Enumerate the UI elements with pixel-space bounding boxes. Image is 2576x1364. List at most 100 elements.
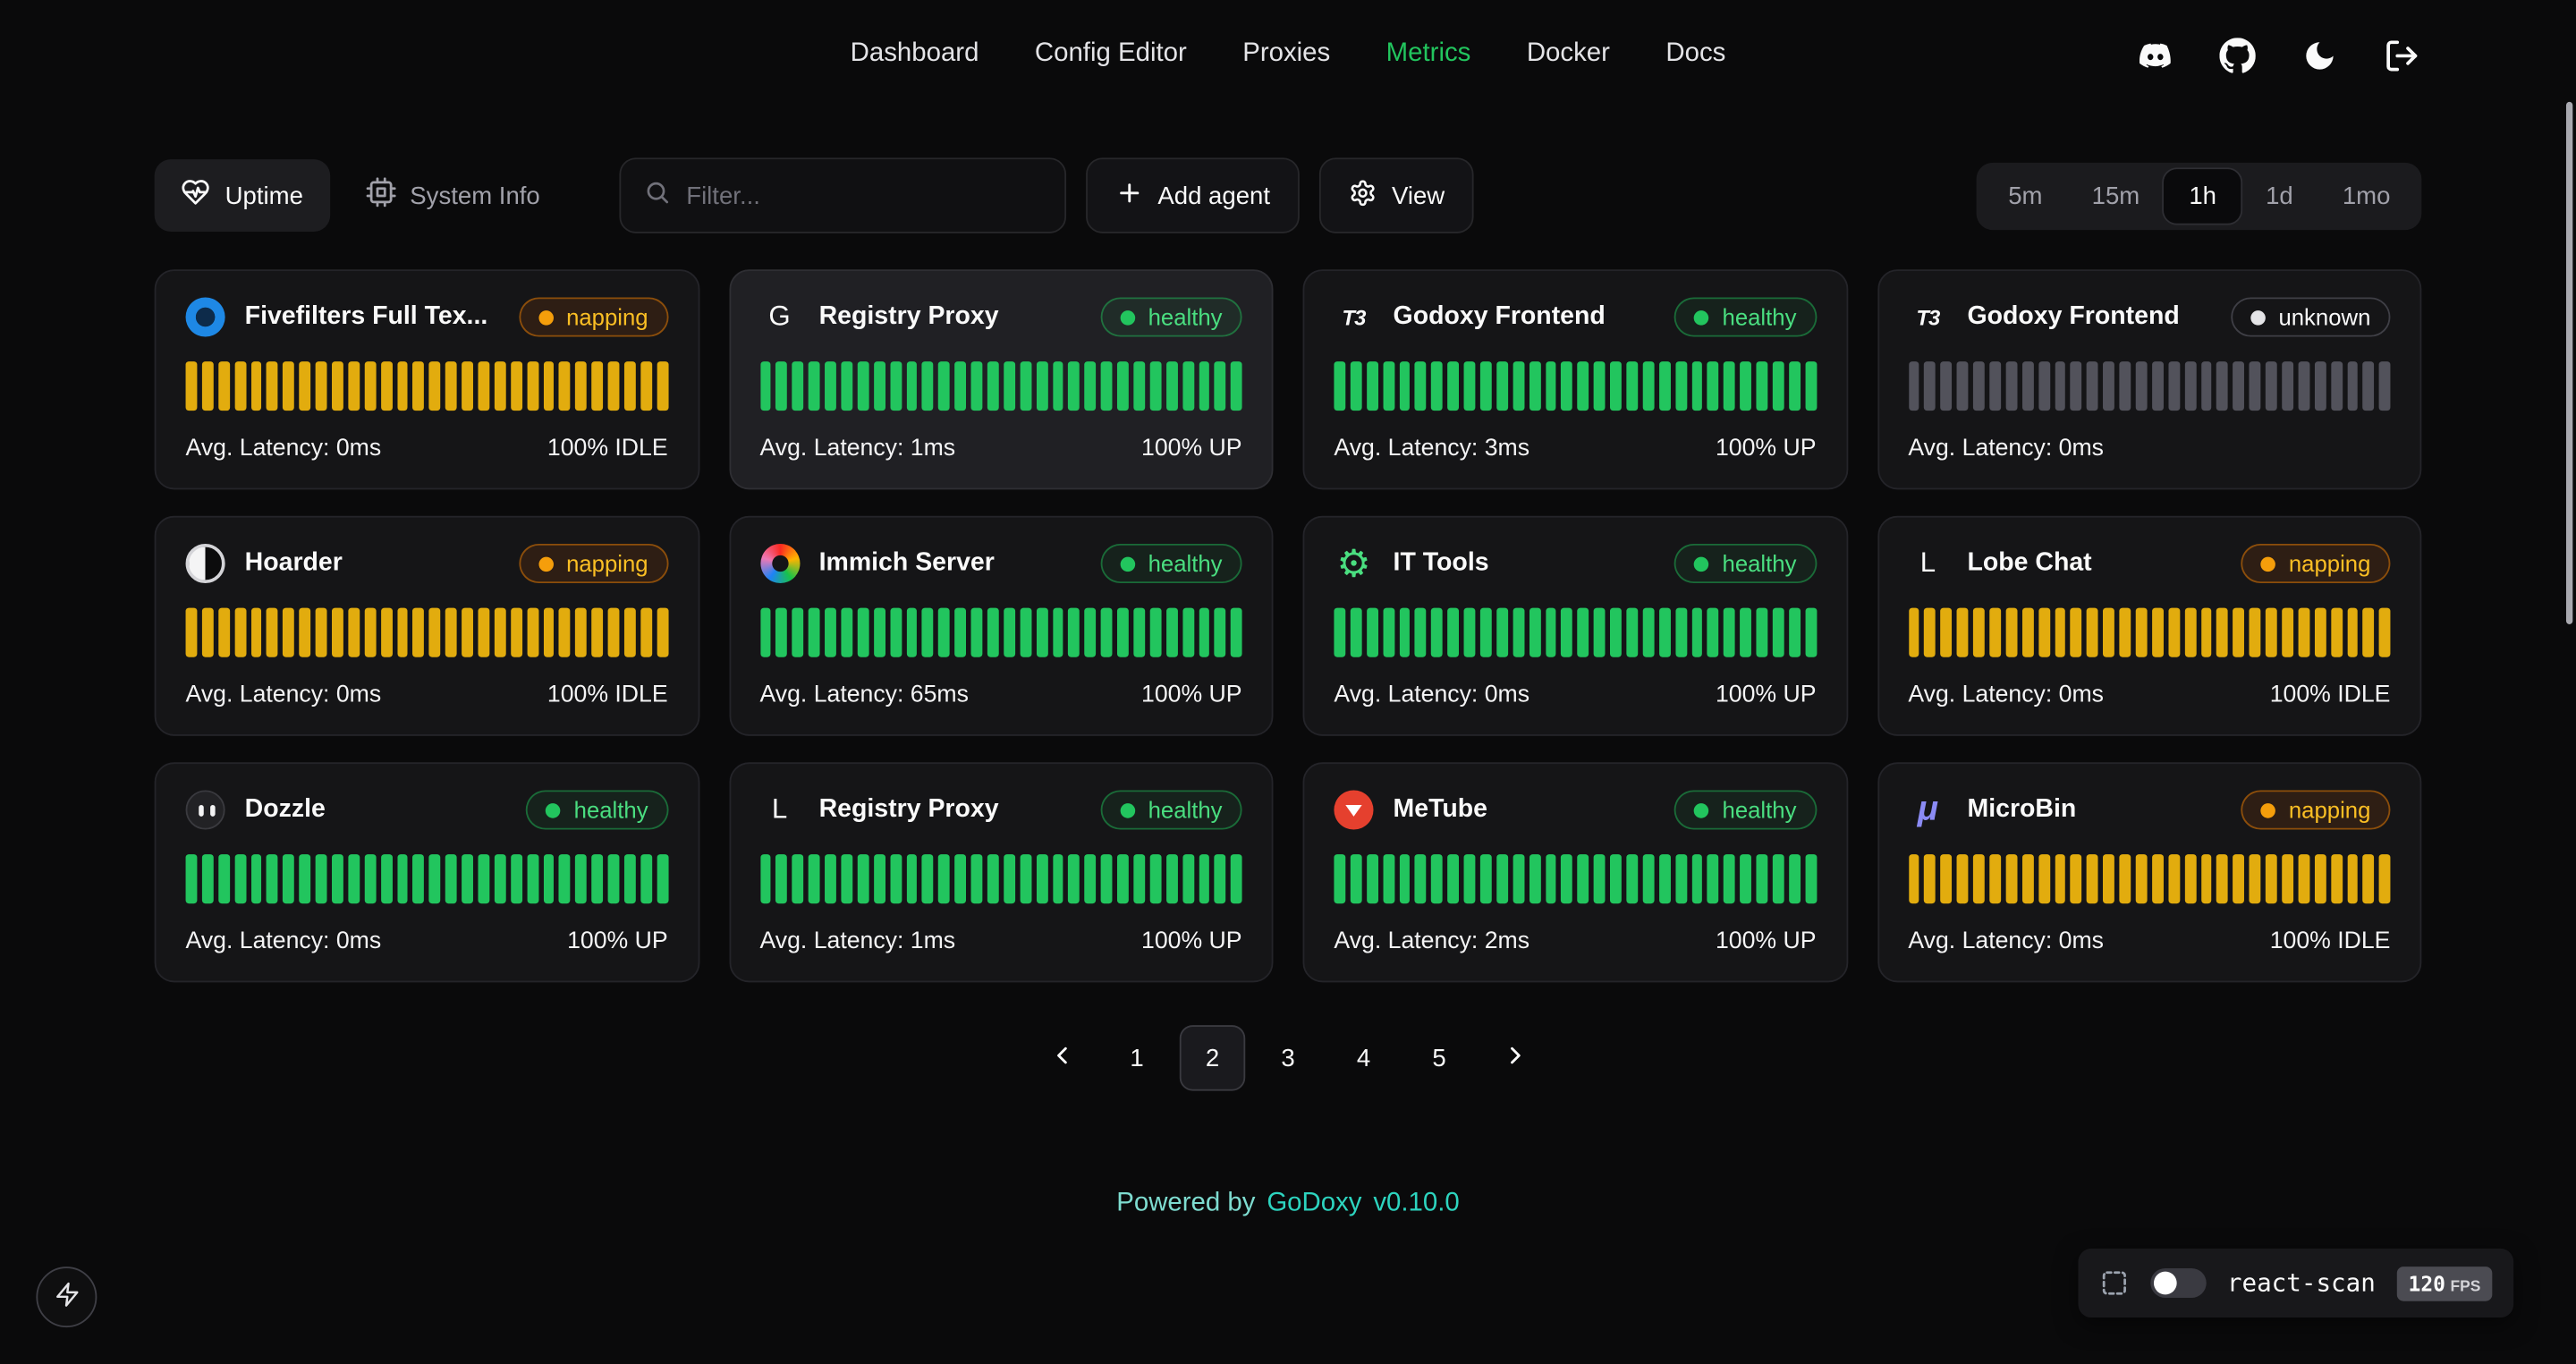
uptime-bar	[1529, 854, 1540, 903]
uptime-bar	[608, 608, 620, 657]
tab-system-info[interactable]: System Info	[339, 159, 566, 232]
uptime-bar	[792, 608, 804, 657]
service-card-immich-server[interactable]: Immich ServerhealthyAvg. Latency: 65ms10…	[729, 516, 1274, 736]
uptime-bar	[1741, 361, 1752, 411]
page-4[interactable]: 4	[1331, 1025, 1396, 1090]
status-badge: napping	[2241, 544, 2391, 583]
lobe-icon: L	[1908, 544, 1947, 583]
time-range-1d[interactable]: 1d	[2241, 168, 2318, 223]
nav-item-proxies[interactable]: Proxies	[1242, 39, 1330, 69]
uptime-bar	[1659, 854, 1671, 903]
service-name: Dozzle	[245, 795, 510, 825]
tab-uptime[interactable]: Uptime	[155, 159, 330, 232]
godoxy-link[interactable]: GoDoxy	[1267, 1190, 1361, 1219]
uptime-bar	[284, 854, 295, 903]
page-1[interactable]: 1	[1104, 1025, 1169, 1090]
card-header: IT Toolshealthy	[1334, 544, 1816, 583]
service-card-hoarder[interactable]: HoardernappingAvg. Latency: 0ms100% IDLE	[155, 516, 699, 736]
status-dot-icon	[538, 556, 554, 572]
uptime-bar	[218, 608, 230, 657]
add-agent-button[interactable]: Add agent	[1086, 157, 1301, 233]
status-label: healthy	[1723, 550, 1797, 576]
uptime-bar	[2071, 854, 2082, 903]
uptime-bar	[608, 854, 620, 903]
service-card-it-tools[interactable]: IT ToolshealthyAvg. Latency: 0ms100% UP	[1303, 516, 1848, 736]
uptime-bar	[348, 608, 360, 657]
nav-item-dashboard[interactable]: Dashboard	[851, 39, 979, 69]
nav-item-metrics[interactable]: Metrics	[1386, 39, 1471, 69]
page-3[interactable]: 3	[1255, 1025, 1320, 1090]
uptime-bar	[1182, 361, 1194, 411]
uptime-bar	[954, 854, 966, 903]
nav-item-docs[interactable]: Docs	[1665, 39, 1725, 69]
status-label: napping	[566, 304, 648, 330]
uptime-bar	[1741, 608, 1752, 657]
service-card-microbin[interactable]: μMicroBinnappingAvg. Latency: 0ms100% ID…	[1877, 762, 2421, 982]
service-card-fivefilters-full-tex[interactable]: Fivefilters Full Tex...nappingAvg. Laten…	[155, 269, 699, 489]
uptime-bar	[1431, 854, 1443, 903]
view-button[interactable]: View	[1319, 157, 1474, 233]
uptime-bar	[2331, 361, 2343, 411]
lightning-fab[interactable]	[36, 1267, 97, 1327]
service-card-registry-proxy[interactable]: LRegistry ProxyhealthyAvg. Latency: 1ms1…	[729, 762, 1274, 982]
uptime-bar	[576, 854, 588, 903]
time-range-1mo[interactable]: 1mo	[2318, 168, 2415, 223]
uptime-bar	[1925, 854, 1936, 903]
page-5[interactable]: 5	[1406, 1025, 1471, 1090]
status-dot-icon	[1694, 802, 1709, 818]
version-link[interactable]: v0.10.0	[1373, 1190, 1459, 1219]
uptime-bar	[938, 854, 950, 903]
time-range-5m[interactable]: 5m	[1984, 168, 2067, 223]
card-header: Dozzle healthy	[186, 790, 668, 829]
uptime-bar	[429, 361, 441, 411]
status-label: healthy	[1148, 550, 1223, 576]
uptime-bars	[1908, 854, 2390, 903]
nav-item-config-editor[interactable]: Config Editor	[1035, 39, 1187, 69]
service-card-godoxy-frontend[interactable]: T3Godoxy FrontendhealthyAvg. Latency: 3m…	[1303, 269, 1848, 489]
uptime-bar	[381, 608, 393, 657]
page-2[interactable]: 2	[1180, 1025, 1245, 1090]
uptime-bar	[1069, 361, 1080, 411]
inspect-icon[interactable]	[2099, 1268, 2129, 1298]
scrollbar-thumb[interactable]	[2566, 102, 2572, 624]
github-icon[interactable]	[2218, 36, 2258, 75]
uptime-bar	[2233, 608, 2245, 657]
time-range-1h[interactable]: 1h	[2165, 168, 2241, 223]
react-scan-toggle[interactable]	[2150, 1268, 2206, 1298]
uptime-bar	[592, 854, 604, 903]
service-card-lobe-chat[interactable]: LLobe ChatnappingAvg. Latency: 0ms100% I…	[1877, 516, 2421, 736]
status-badge: napping	[519, 544, 668, 583]
top-nav: Dashboard Config Editor Proxies Metrics Dock…	[0, 0, 2576, 69]
uptime-bar	[1513, 854, 1524, 903]
service-card-dozzle[interactable]: DozzlehealthyAvg. Latency: 0ms100% UP	[155, 762, 699, 982]
service-card-metube[interactable]: MeTubehealthyAvg. Latency: 2ms100% UP	[1303, 762, 1848, 982]
service-card-registry-proxy[interactable]: GRegistry ProxyhealthyAvg. Latency: 1ms1…	[729, 269, 1274, 489]
prev-page-button[interactable]	[1029, 1025, 1094, 1090]
status-label: unknown	[2278, 304, 2370, 330]
uptime-bar	[2184, 854, 2196, 903]
discord-icon[interactable]	[2136, 36, 2175, 75]
uptime-bar	[559, 361, 571, 411]
time-range-15m[interactable]: 15m	[2067, 168, 2165, 223]
uptime-bar	[1215, 854, 1226, 903]
card-header: μMicroBinnapping	[1908, 790, 2390, 829]
uptime-bar	[1724, 361, 1735, 411]
uptime-bar	[397, 361, 409, 411]
uptime-bar	[1675, 608, 1687, 657]
service-card-godoxy-frontend[interactable]: T3Godoxy FrontendunknownAvg. Latency: 0m…	[1877, 269, 2421, 489]
nav-item-docker[interactable]: Docker	[1527, 39, 1610, 69]
uptime-bar	[841, 854, 852, 903]
uptime-bar	[2315, 361, 2326, 411]
service-name: Hoarder	[245, 548, 503, 578]
uptime-bar	[857, 854, 869, 903]
status-label: healthy	[574, 797, 648, 823]
logout-icon[interactable]	[2382, 36, 2421, 75]
avg-latency: Avg. Latency: 0ms	[1908, 682, 2104, 707]
next-page-button[interactable]	[1482, 1025, 1547, 1090]
uptime-bar	[186, 608, 198, 657]
uptime-bar	[527, 608, 538, 657]
uptime-bar	[250, 854, 262, 903]
uptime-bar	[1464, 608, 1476, 657]
moon-icon[interactable]	[2300, 36, 2339, 75]
filter-input[interactable]	[686, 182, 1041, 209]
